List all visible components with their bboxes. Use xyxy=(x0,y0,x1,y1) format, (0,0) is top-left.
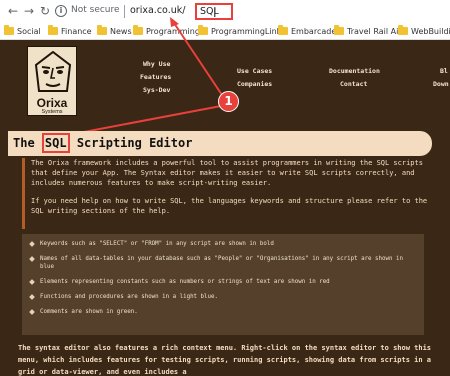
context-menu-paragraph: The syntax editor also features a rich c… xyxy=(18,344,432,376)
menu-documentation[interactable]: Documentation xyxy=(329,67,380,75)
folder-icon xyxy=(97,25,107,35)
bullet-icon xyxy=(29,255,35,262)
browser-toolbar: ← → ↻ i Not secure orixa.co.uk/ SQL I xyxy=(0,0,450,24)
bullet-icon xyxy=(29,293,35,300)
url-host: orixa.co.uk/ xyxy=(130,5,186,16)
text-cursor-icon: I xyxy=(213,6,217,20)
menu-blog[interactable]: Bl xyxy=(440,67,448,75)
list-item: Functions and procedures are shown in a … xyxy=(28,293,418,301)
folder-icon xyxy=(198,25,208,35)
reload-icon[interactable]: ↻ xyxy=(38,4,52,18)
forward-icon[interactable]: → xyxy=(22,4,36,18)
intro-block: The Orixa framework includes a powerful … xyxy=(22,158,432,229)
intro-paragraph: If you need help on how to write SQL, th… xyxy=(31,197,428,215)
menu-contact[interactable]: Contact xyxy=(340,80,367,88)
page-title-bar: The SQL Scripting Editor xyxy=(8,131,432,156)
annotation-badge: 1 xyxy=(218,91,239,112)
bookmark-social[interactable]: Social xyxy=(4,25,41,39)
bullet-icon xyxy=(29,308,35,315)
orixa-logo[interactable]: Orixa Systems xyxy=(27,46,77,116)
page-title: The SQL Scripting Editor xyxy=(13,133,192,153)
list-item: Keywords such as "SELECT" or "FROM" in a… xyxy=(28,240,418,248)
title-sql-highlight: SQL xyxy=(41,133,70,153)
syntax-colors-panel: Keywords such as "SELECT" or "FROM" in a… xyxy=(22,234,424,335)
folder-icon xyxy=(4,25,14,35)
intro-paragraph: The Orixa framework includes a powerful … xyxy=(31,159,423,187)
menu-why-use[interactable]: Why Use xyxy=(143,60,170,68)
bullet-icon xyxy=(29,278,35,285)
bookmark-finance[interactable]: Finance xyxy=(48,25,92,39)
list-item: Names of all data-tables in your databas… xyxy=(28,255,418,271)
folder-icon xyxy=(133,25,143,35)
folder-icon xyxy=(48,25,58,35)
menu-sys-dev[interactable]: Sys-Dev xyxy=(143,86,170,94)
back-icon[interactable]: ← xyxy=(6,4,20,18)
not-secure-label: Not secure xyxy=(71,5,120,15)
folder-icon xyxy=(278,25,288,35)
bookmark-travel-rail-air[interactable]: Travel Rail Air xyxy=(334,25,402,39)
bookmarks-bar: Social Finance News Programming Programm… xyxy=(0,24,450,40)
mask-logo-icon xyxy=(34,51,72,92)
bookmark-programminglinks[interactable]: ProgrammingLinks xyxy=(198,25,285,39)
address-separator xyxy=(124,5,125,18)
logo-subtitle: Systems xyxy=(41,109,63,115)
menu-companies[interactable]: Companies xyxy=(237,80,272,88)
list-item: Comments are shown in green. xyxy=(28,308,418,316)
logo-name: Orixa xyxy=(36,96,68,110)
list-item: Elements representing constants such as … xyxy=(28,278,418,286)
info-icon[interactable]: i xyxy=(55,5,67,17)
bookmark-news[interactable]: News xyxy=(97,25,132,39)
folder-icon xyxy=(398,25,408,35)
bookmark-programming[interactable]: Programming xyxy=(133,25,200,39)
bullet-icon xyxy=(29,240,35,247)
menu-features[interactable]: Features xyxy=(140,73,171,81)
bookmark-webbuilding[interactable]: WebBuilding xyxy=(398,25,450,39)
menu-downloads[interactable]: Down xyxy=(433,80,449,88)
folder-icon xyxy=(334,25,344,35)
menu-use-cases[interactable]: Use Cases xyxy=(237,67,272,75)
